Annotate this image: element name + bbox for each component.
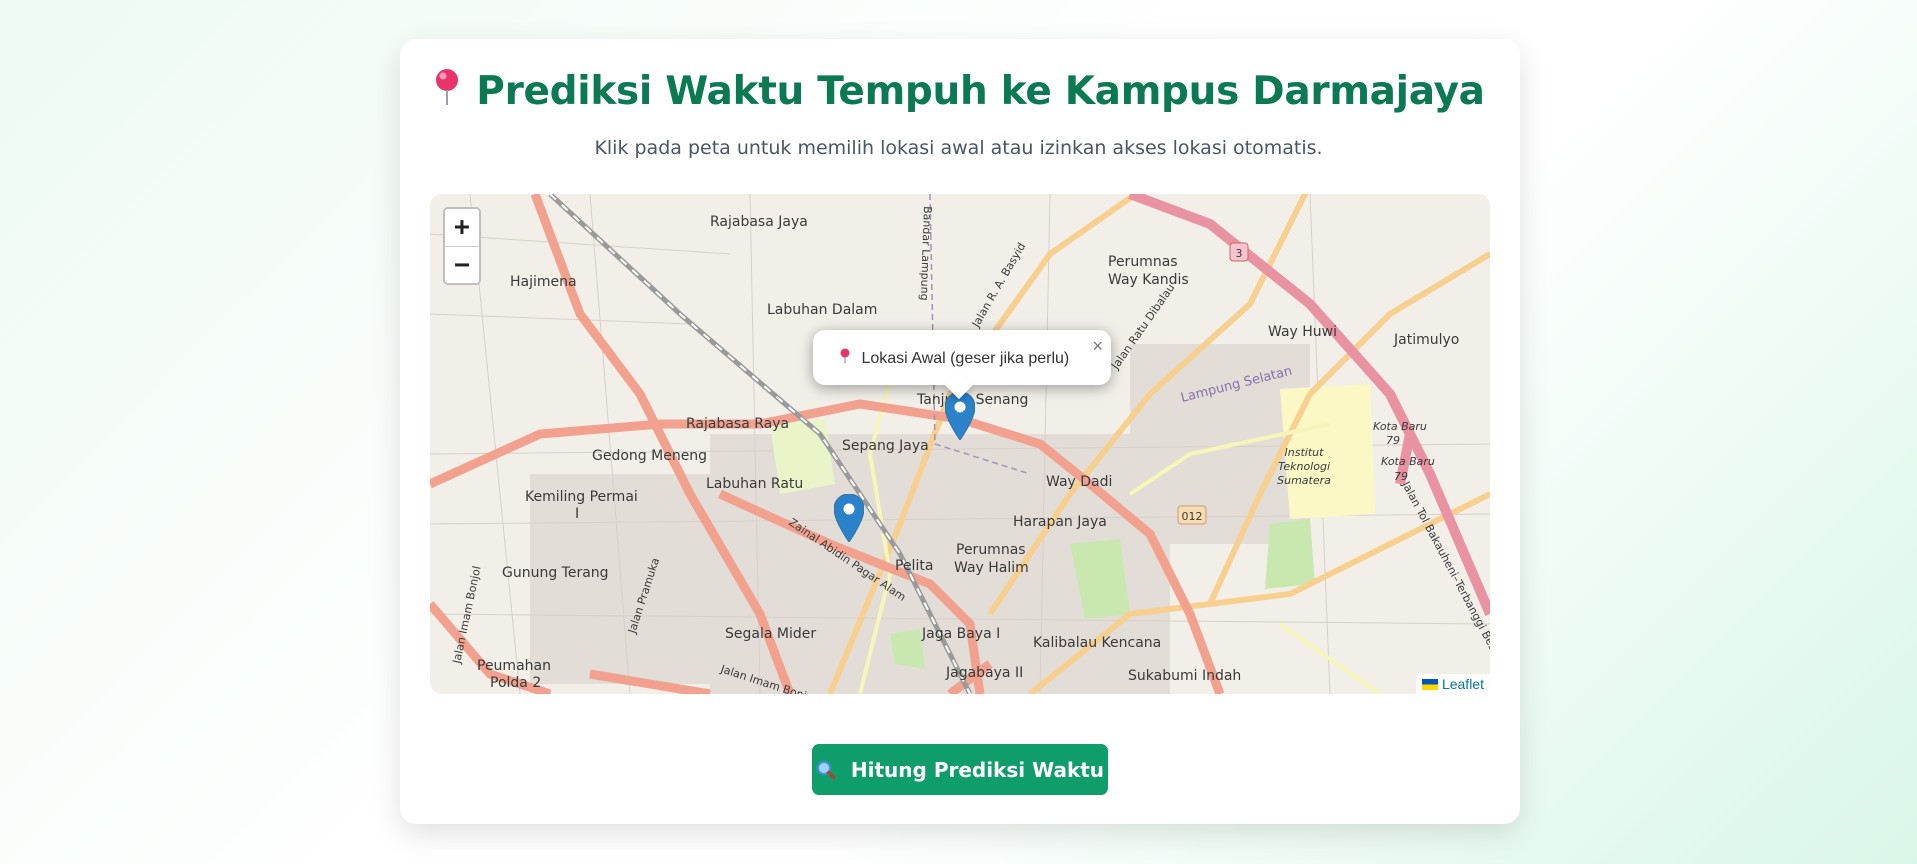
- map-label: 79: [1386, 434, 1400, 447]
- page-subtitle: Klik pada peta untuk memilih lokasi awal…: [594, 137, 1323, 159]
- page-title-text: Prediksi Waktu Tempuh ke Kampus Darmajay…: [476, 69, 1485, 114]
- map-label: Polda 2: [490, 675, 541, 691]
- map-label: Rajabasa Jaya: [710, 214, 808, 230]
- pushpin-icon: [839, 348, 855, 367]
- map-label: Labuhan Dalam: [767, 302, 877, 318]
- map-label: Teknologi: [1278, 460, 1330, 473]
- map-label: Way Kandis: [1108, 272, 1189, 288]
- map-label: Pelita: [895, 558, 933, 574]
- map-label: Kemiling Permai: [525, 489, 638, 505]
- campus-marker[interactable]: [833, 493, 865, 543]
- map-label: Sepang Jaya: [842, 438, 929, 454]
- zoom-control: + −: [443, 207, 481, 285]
- calculate-prediction-button[interactable]: Hitung Prediksi Waktu: [812, 744, 1108, 795]
- map-label: Rajabasa Raya: [686, 416, 789, 432]
- map-label: Kota Baru: [1381, 455, 1435, 468]
- map-label: Sukabumi Indah: [1128, 668, 1241, 684]
- map-label: Peumahan: [477, 658, 551, 674]
- map-label: Sumatera: [1277, 474, 1331, 487]
- map-label: Labuhan Ratu: [706, 476, 803, 492]
- map-label: Jagabaya II: [945, 665, 1023, 681]
- map-label: Way Dadi: [1046, 474, 1112, 490]
- map-tiles[interactable]: 3 012 Rajabasa Jaya Hajimena Labuhan Dal…: [430, 194, 1490, 694]
- magnifier-icon: [816, 758, 843, 782]
- map-label: Institut: [1285, 446, 1325, 459]
- map-label: Perumnas: [956, 542, 1026, 558]
- map-label: Gunung Terang: [502, 565, 609, 581]
- page-title: Prediksi Waktu Tempuh ke Kampus Darmajay…: [0, 68, 1917, 116]
- map-label: Kalibalau Kencana: [1033, 635, 1161, 651]
- map-label: Hajimena: [510, 274, 577, 290]
- road-shield-3: 3: [1236, 247, 1243, 260]
- map-label: Jatimulyo: [1393, 332, 1459, 348]
- popup-close-icon[interactable]: ×: [1092, 336, 1103, 357]
- zoom-out-button[interactable]: −: [445, 246, 479, 283]
- popup-text: Lokasi Awal (geser jika perlu): [861, 350, 1070, 367]
- leaflet-link[interactable]: Leaflet: [1442, 676, 1484, 692]
- ukraine-flag-icon: [1421, 677, 1438, 690]
- map-label: Way Huwi: [1268, 324, 1337, 340]
- map-container[interactable]: 3 012 Rajabasa Jaya Hajimena Labuhan Dal…: [430, 194, 1490, 694]
- zoom-in-button[interactable]: +: [445, 209, 479, 246]
- road-shield-012: 012: [1182, 510, 1203, 523]
- map-label: Segala Mider: [725, 626, 816, 642]
- map-label: Harapan Jaya: [1013, 514, 1107, 530]
- start-location-marker[interactable]: [944, 391, 976, 441]
- map-label: Gedong Meneng: [592, 448, 707, 464]
- round-pushpin-icon: [432, 68, 462, 116]
- calculate-button-label: Hitung Prediksi Waktu: [850, 757, 1105, 782]
- map-label: Way Halim: [954, 560, 1029, 576]
- map-label: Perumnas: [1108, 254, 1178, 270]
- map-label: Kota Baru: [1373, 420, 1427, 433]
- location-popup: Lokasi Awal (geser jika perlu) ×: [813, 330, 1111, 400]
- map-label: Jaga Baya I: [921, 626, 1000, 642]
- map-attribution: Leaflet: [1415, 674, 1490, 694]
- map-label: I: [575, 506, 579, 522]
